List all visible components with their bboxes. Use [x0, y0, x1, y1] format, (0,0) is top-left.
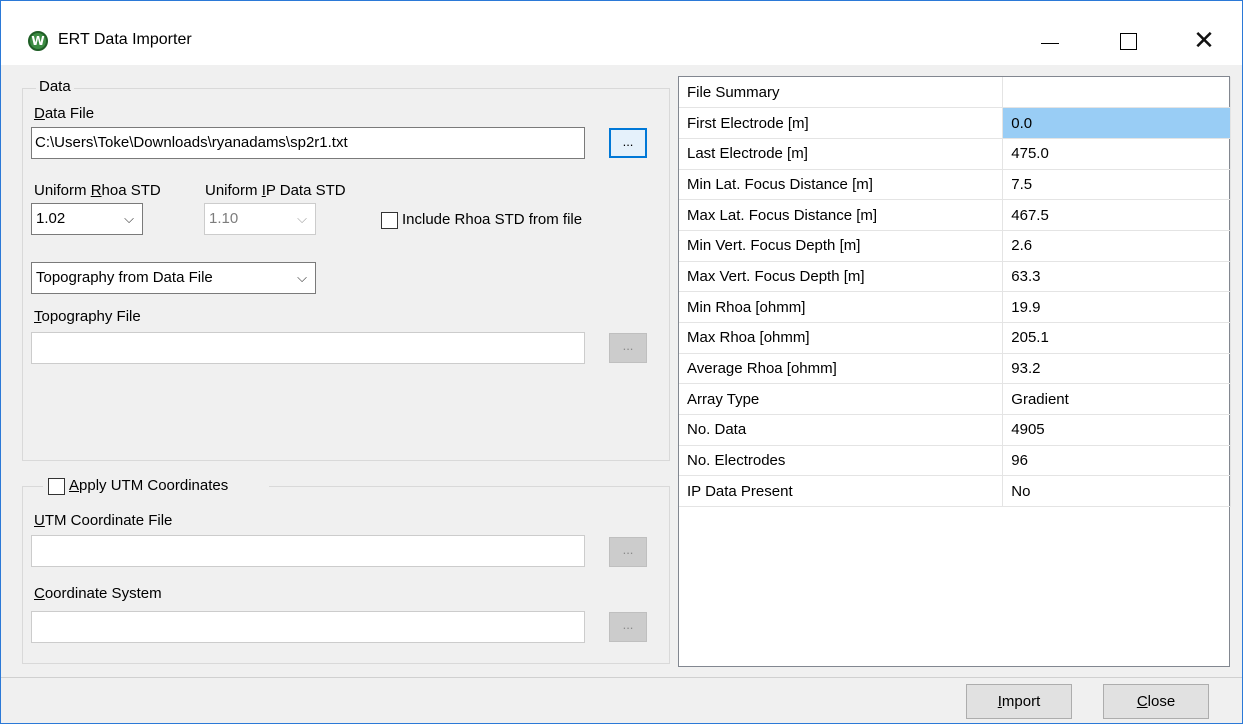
maximize-icon	[1119, 32, 1137, 50]
chevron-down-icon: ⌵	[297, 211, 307, 226]
summary-header-value-cell	[1002, 77, 1231, 109]
app-logo-icon: W	[28, 31, 48, 51]
summary-key-cell[interactable]: Min Vert. Focus Depth [m]	[679, 230, 1004, 262]
summary-key-cell[interactable]: Average Rhoa [ohmm]	[679, 353, 1004, 385]
apply-utm-label[interactable]: Apply UTM Coordinates	[69, 477, 228, 494]
table-row[interactable]: Max Vert. Focus Depth [m] 63.3	[679, 261, 1231, 293]
table-row[interactable]: Min Lat. Focus Distance [m] 7.5	[679, 169, 1231, 201]
topography-file-label: Topography File	[34, 308, 141, 325]
data-file-label: Data File	[34, 105, 95, 122]
rhoa-std-select[interactable]: 1.02 ⌵	[31, 203, 143, 235]
include-rhoa-std-label[interactable]: Include Rhoa STD from file	[402, 211, 582, 228]
ip-std-select: 1.10 ⌵	[204, 203, 316, 235]
ert-data-importer-window: W ERT Data Importer ✕ Data Data File C:\…	[0, 0, 1243, 724]
table-row[interactable]: Max Lat. Focus Distance [m] 467.5	[679, 199, 1231, 231]
ip-std-label: Uniform IP Data STD	[205, 182, 346, 199]
utm-file-input	[31, 535, 585, 567]
summary-value-cell[interactable]: 475.0	[1002, 138, 1231, 170]
window-title: ERT Data Importer	[58, 31, 192, 48]
summary-header-row: File Summary	[679, 77, 1231, 109]
summary-key-cell[interactable]: Array Type	[679, 383, 1004, 416]
summary-key-cell[interactable]: Max Vert. Focus Depth [m]	[679, 261, 1004, 293]
summary-value-cell[interactable]: 19.9	[1002, 291, 1231, 323]
summary-value-cell[interactable]: No	[1002, 475, 1231, 508]
chevron-down-icon: ⌵	[124, 211, 134, 226]
ip-std-value: 1.10	[209, 210, 239, 227]
table-row[interactable]: No. Electrodes 96	[679, 445, 1231, 477]
summary-value-cell[interactable]: 205.1	[1002, 322, 1231, 354]
topography-file-browse-button: ...	[609, 333, 647, 363]
summary-value-cell[interactable]: 93.2	[1002, 353, 1231, 385]
table-row[interactable]: Last Electrode [m] 475.0	[679, 138, 1231, 170]
summary-value-cell[interactable]: 4905	[1002, 414, 1231, 446]
summary-value-cell[interactable]: 7.5	[1002, 169, 1231, 201]
data-group-legend: Data	[36, 78, 74, 95]
table-row[interactable]: Max Rhoa [ohmm] 205.1	[679, 322, 1231, 354]
button-bar: Import Close	[1, 677, 1242, 723]
include-rhoa-std-checkbox[interactable]	[381, 212, 398, 229]
summary-key-cell[interactable]: IP Data Present	[679, 475, 1004, 508]
close-window-button[interactable]: ✕	[1181, 19, 1227, 63]
summary-key-cell[interactable]: First Electrode [m]	[679, 107, 1004, 139]
table-row[interactable]: Array Type Gradient	[679, 383, 1231, 416]
rhoa-std-value: 1.02	[36, 210, 66, 227]
summary-key-cell[interactable]: Min Lat. Focus Distance [m]	[679, 169, 1004, 201]
summary-header-cell: File Summary	[679, 77, 1004, 109]
table-row[interactable]: IP Data Present No	[679, 475, 1231, 508]
summary-value-cell[interactable]: 0.0	[1002, 107, 1231, 139]
coordinate-system-label: Coordinate System	[34, 585, 162, 602]
table-row[interactable]: Min Vert. Focus Depth [m] 2.6	[679, 230, 1231, 262]
maximize-button[interactable]	[1105, 19, 1151, 63]
coordinate-system-input	[31, 611, 585, 643]
topography-file-input	[31, 332, 585, 364]
table-row[interactable]: Average Rhoa [ohmm] 93.2	[679, 353, 1231, 385]
import-button[interactable]: Import	[966, 684, 1072, 719]
utm-file-label: UTM Coordinate File	[34, 512, 173, 529]
summary-key-cell[interactable]: No. Electrodes	[679, 445, 1004, 477]
data-file-input[interactable]: C:\Users\Toke\Downloads\ryanadams\sp2r1.…	[31, 127, 585, 159]
chevron-down-icon: ⌵	[297, 270, 307, 285]
file-summary-grid[interactable]: File Summary First Electrode [m] 0.0 Last …	[678, 76, 1231, 667]
summary-value-cell[interactable]: Gradient	[1002, 383, 1231, 416]
minimize-button[interactable]	[1027, 19, 1073, 63]
apply-utm-checkbox[interactable]	[48, 478, 65, 495]
data-file-browse-button[interactable]: ...	[609, 128, 647, 158]
summary-key-cell[interactable]: Last Electrode [m]	[679, 138, 1004, 170]
summary-key-cell[interactable]: No. Data	[679, 414, 1004, 446]
minimize-icon	[1041, 42, 1059, 44]
title-bar[interactable]: W ERT Data Importer ✕	[1, 1, 1242, 65]
summary-key-cell[interactable]: Min Rhoa [ohmm]	[679, 291, 1004, 323]
summary-value-cell[interactable]: 2.6	[1002, 230, 1231, 262]
topography-source-select[interactable]: Topography from Data File ⌵	[31, 262, 316, 294]
table-row[interactable]: No. Data 4905	[679, 414, 1231, 446]
table-row[interactable]: First Electrode [m] 0.0	[679, 107, 1231, 139]
summary-value-cell[interactable]: 63.3	[1002, 261, 1231, 293]
summary-key-cell[interactable]: Max Lat. Focus Distance [m]	[679, 199, 1004, 231]
table-row[interactable]: Min Rhoa [ohmm] 19.9	[679, 291, 1231, 323]
close-icon: ✕	[1193, 26, 1215, 56]
summary-value-cell[interactable]: 96	[1002, 445, 1231, 477]
close-button[interactable]: Close	[1103, 684, 1209, 719]
summary-value-cell[interactable]: 467.5	[1002, 199, 1231, 231]
utm-file-browse-button: ...	[609, 537, 647, 567]
topography-source-value: Topography from Data File	[36, 269, 213, 286]
coordinate-system-browse-button: ...	[609, 612, 647, 642]
rhoa-std-label: Uniform Rhoa STD	[34, 182, 161, 199]
summary-key-cell[interactable]: Max Rhoa [ohmm]	[679, 322, 1004, 354]
